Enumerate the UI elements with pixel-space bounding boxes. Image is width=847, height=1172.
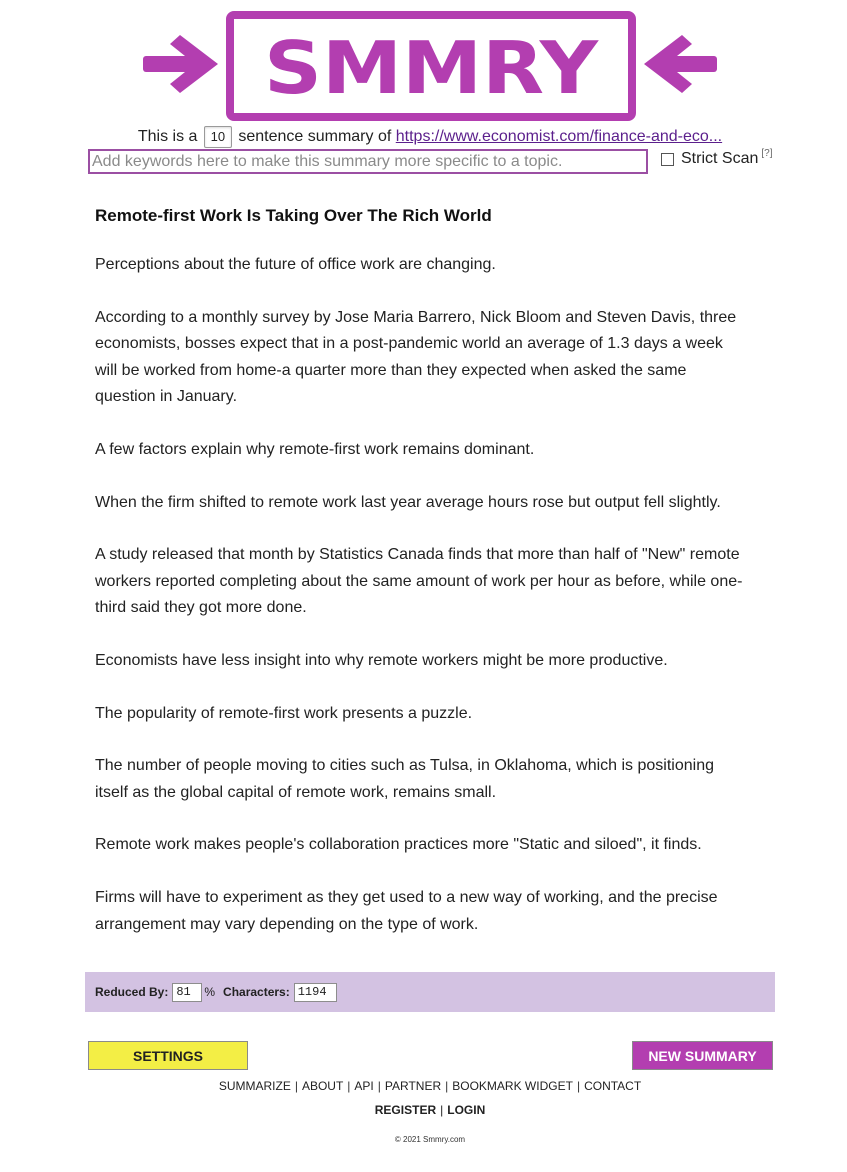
footer-link-partner[interactable]: PARTNER [385,1079,441,1093]
register-link[interactable]: REGISTER [375,1103,436,1117]
footer-link-summarize[interactable]: SUMMARIZE [219,1079,291,1093]
right-arrow-icon [644,35,717,93]
summary-middle: sentence summary of [238,128,392,146]
settings-button[interactable]: SETTINGS [88,1041,248,1070]
footer-link-contact[interactable]: CONTACT [584,1079,641,1093]
footer-separator: | [377,1079,381,1093]
characters-value: 1194 [293,982,337,1002]
source-url-link[interactable]: https://www.economist.com/finance-and-ec… [396,128,722,145]
summary-sentence: Firms will have to experiment as they ge… [95,888,718,933]
new-summary-button[interactable]: NEW SUMMARY [632,1041,773,1070]
strict-scan-checkbox[interactable] [661,152,674,166]
strict-scan-toggle[interactable]: Strict Scan [?] [661,148,772,168]
strict-scan-help-link[interactable]: [?] [761,148,772,159]
footer-auth: REGISTER | LOGIN [0,1103,847,1117]
copyright: © 2021 Smmry.com [394,1135,466,1144]
sentence-count-input[interactable]: 10 [203,126,232,148]
smmry-logo[interactable]: SMMRY [140,10,720,122]
keywords-input[interactable] [88,149,648,174]
reduced-by-value: 81 [172,982,203,1002]
footer-link-api[interactable]: API [354,1079,373,1093]
reduced-by-label: Reduced By: [95,985,169,999]
footer-separator: | [294,1079,298,1093]
summary-sentence: A study released that month by Statistic… [95,546,743,617]
summary-sentence: The popularity of remote-first work pres… [95,704,473,722]
summary-content: Remote-first Work Is Taking Over The Ric… [95,204,747,964]
footer-separator: | [440,1103,444,1117]
summary-stats-bar: Reduced By: 81 % Characters: 1194 [85,972,775,1012]
footer-separator: | [445,1079,449,1093]
footer-separator: | [347,1079,351,1093]
footer-link-bookmark-widget[interactable]: BOOKMARK WIDGET [452,1079,573,1093]
logo-text: SMMRY [264,26,599,110]
percent-sign: % [204,985,216,999]
summary-prefix: This is a [137,128,198,146]
summary-sentence: When the firm shifted to remote work las… [95,493,721,511]
summary-sentence: Perceptions about the future of office w… [95,256,496,273]
summary-sentence: According to a monthly survey by Jose Ma… [95,308,737,406]
login-link[interactable]: LOGIN [447,1103,485,1117]
summary-sentence: A few factors explain why remote-first w… [95,440,535,458]
characters-label: Characters: [223,985,290,999]
summary-sentence: The number of people moving to cities su… [95,757,714,801]
article-title: Remote-first Work Is Taking Over The Ric… [95,206,492,225]
footer-link-about[interactable]: ABOUT [302,1079,343,1093]
summary-sentence: Remote work makes people's collaboration… [95,836,702,854]
strict-scan-label: Strict Scan [681,150,759,167]
footer-separator: | [576,1079,581,1093]
left-arrow-icon [143,35,218,93]
summary-description: This is a 10 sentence summary of https:/… [0,126,847,148]
footer-nav: SUMMARIZE | ABOUT | API | PARTNER | BOOKMARK WID… [0,1079,847,1093]
summary-sentence: Economists have less insight into why re… [95,651,668,669]
